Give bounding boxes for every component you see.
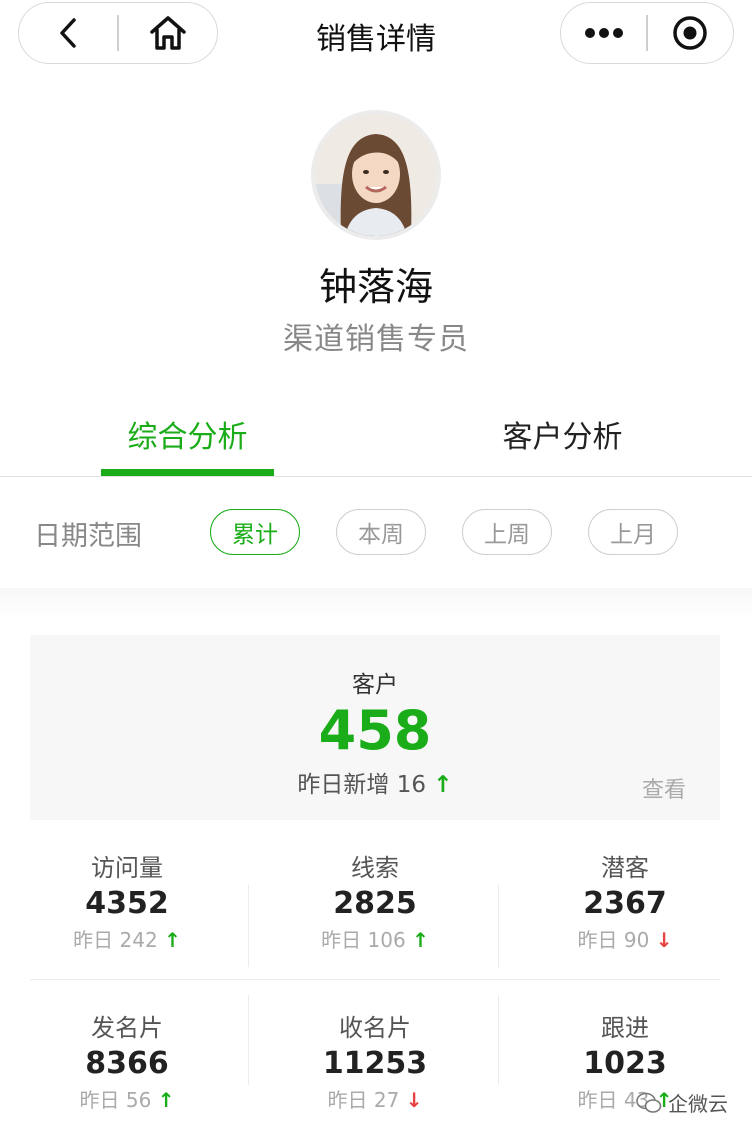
avatar [311, 110, 441, 240]
trend-down-icon: ↓ [405, 1088, 423, 1112]
avatar-portrait-image [315, 114, 437, 236]
grid-divider-horizontal [30, 979, 720, 980]
customer-label: 客户 [352, 672, 398, 698]
stat-label: 跟进 [601, 1014, 649, 1042]
trend-down-icon: ↓ [655, 928, 673, 952]
stat-value: 11253 [322, 1046, 428, 1081]
stat-yesterday: 昨日 27 ↓ [266, 1084, 484, 1113]
stat-value: 2367 [583, 886, 667, 921]
profile-role: 渠道销售专员 [283, 322, 469, 357]
date-chip-last-month[interactable]: 上月 [588, 509, 678, 555]
trend-up-icon: ↑ [412, 928, 429, 952]
watermark: 企微云 [636, 1088, 728, 1117]
grid-divider-vertical [498, 885, 499, 967]
stat-yesterday: 昨日 56 ↑ [18, 1084, 236, 1113]
more-button[interactable] [561, 3, 646, 63]
tab-divider [0, 476, 752, 477]
tab-customer-analysis[interactable]: 客户分析 [480, 412, 645, 456]
stat-value: 2825 [333, 886, 417, 921]
stat-value: 8366 [85, 1046, 169, 1081]
stat-label: 潜客 [601, 854, 649, 882]
date-chip-last-week[interactable]: 上周 [462, 509, 552, 555]
customer-yesterday-text: 昨日新增 16 [297, 772, 426, 798]
stat-yesterday-text: 昨日 56 [79, 1088, 152, 1112]
stat-yesterday: 昨日 90 ↓ [516, 924, 734, 953]
date-chip-cumulative[interactable]: 累计 [210, 509, 300, 555]
stat-label: 收名片 [339, 1014, 411, 1042]
trend-up-icon: ↑ [433, 772, 453, 798]
nav-capsule-right [560, 2, 734, 64]
more-dots-icon [584, 28, 623, 38]
date-chip-this-week[interactable]: 本周 [336, 509, 426, 555]
grid-divider-vertical [498, 995, 499, 1085]
stat-visits[interactable]: 访问量 4352 昨日 242 ↑ [18, 848, 236, 953]
view-customers-link[interactable]: 查看 [642, 772, 686, 804]
stat-yesterday: 昨日 242 ↑ [18, 924, 236, 953]
stat-leads[interactable]: 线索 2825 昨日 106 ↑ [266, 848, 484, 953]
wechat-logo-icon [636, 1092, 662, 1113]
stat-value: 4352 [85, 886, 169, 921]
stat-label: 发名片 [91, 1014, 163, 1042]
stat-yesterday-text: 昨日 27 [327, 1088, 400, 1112]
customer-yesterday-new: 昨日新增 16 ↑ [30, 765, 720, 799]
watermark-text: 企微云 [668, 1092, 728, 1116]
stat-label: 线索 [351, 854, 399, 882]
trend-up-icon: ↑ [164, 928, 181, 952]
stat-yesterday-text: 昨日 242 [73, 928, 158, 952]
section-separator [0, 588, 752, 618]
grid-divider-vertical [248, 995, 249, 1085]
stat-cards-received[interactable]: 收名片 11253 昨日 27 ↓ [266, 1008, 484, 1113]
close-miniprogram-button[interactable] [648, 3, 733, 63]
trend-up-icon: ↑ [157, 1088, 175, 1112]
date-range-label: 日期范围 [34, 521, 142, 552]
stat-value: 1023 [583, 1046, 667, 1081]
stat-yesterday-text: 昨日 90 [577, 928, 650, 952]
stat-yesterday: 昨日 106 ↑ [266, 924, 484, 953]
profile-name: 钟落海 [318, 265, 433, 309]
target-circle-icon [673, 16, 708, 50]
customer-summary-card: 客户 458 昨日新增 16 ↑ 查看 [30, 635, 720, 820]
tab-overview[interactable]: 综合分析 [100, 412, 275, 456]
stat-cards-sent[interactable]: 发名片 8366 昨日 56 ↑ [18, 1008, 236, 1113]
stat-prospects[interactable]: 潜客 2367 昨日 90 ↓ [516, 848, 734, 953]
customer-count: 458 [318, 699, 432, 762]
stat-label: 访问量 [91, 854, 163, 882]
stat-yesterday-text: 昨日 106 [321, 928, 406, 952]
grid-divider-vertical [248, 885, 249, 967]
active-tab-indicator [101, 469, 274, 476]
